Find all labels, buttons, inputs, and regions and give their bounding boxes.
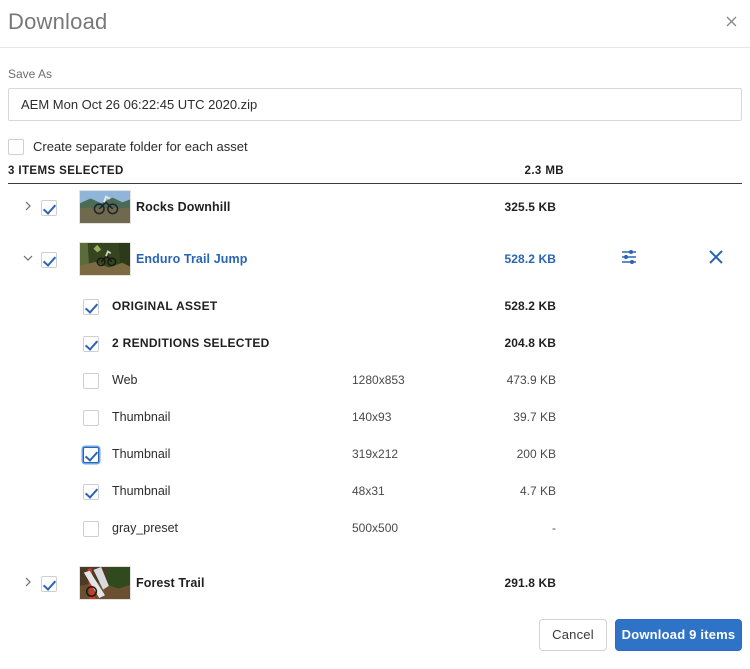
save-as-input[interactable] [8, 88, 742, 121]
rendition-checkbox[interactable] [83, 447, 99, 463]
asset-thumbnail [79, 190, 131, 224]
table-row: Enduro Trail Jump 528.2 KB [0, 238, 750, 282]
create-separate-folder-checkbox[interactable] [8, 139, 24, 155]
rendition-label: Thumbnail [112, 483, 170, 500]
asset-checkbox[interactable] [41, 252, 57, 268]
asset-size[interactable]: 528.2 KB [388, 251, 556, 267]
chevron-right-icon[interactable] [22, 576, 36, 590]
rendition-size: 4.7 KB [388, 483, 556, 500]
remove-asset-icon[interactable] [707, 248, 731, 272]
list-item: 2 RENDITIONS SELECTED 204.8 KB [0, 329, 750, 359]
close-icon[interactable] [720, 12, 742, 34]
items-selected-bar: 3 ITEMS SELECTED 2.3 MB [8, 164, 742, 184]
items-total-size: 2.3 MB [396, 164, 564, 179]
asset-size: 325.5 KB [388, 199, 556, 215]
asset-size: 291.8 KB [388, 575, 556, 591]
save-as-label: Save As [8, 66, 52, 82]
cancel-button[interactable]: Cancel [539, 619, 607, 651]
rendition-checkbox[interactable] [83, 373, 99, 389]
rendition-label: 2 RENDITIONS SELECTED [112, 335, 270, 352]
items-selected-count: 3 ITEMS SELECTED [8, 164, 124, 179]
asset-thumbnail [79, 242, 131, 276]
asset-name: Rocks Downhill [136, 199, 230, 215]
asset-checkbox[interactable] [41, 576, 57, 592]
list-item: Thumbnail 48x31 4.7 KB [0, 477, 750, 507]
rendition-checkbox[interactable] [83, 299, 99, 315]
asset-name: Forest Trail [136, 575, 205, 591]
list-item: Thumbnail 319x212 200 KB [0, 440, 750, 470]
rendition-size: 204.8 KB [388, 335, 556, 352]
dialog-header: Download [0, 0, 750, 48]
page-title: Download [8, 8, 107, 36]
rendition-dimensions: 140x93 [352, 409, 391, 426]
rendition-size: 39.7 KB [388, 409, 556, 426]
create-separate-folder-row[interactable]: Create separate folder for each asset [8, 139, 248, 155]
rendition-checkbox[interactable] [83, 521, 99, 537]
list-item: gray_preset 500x500 - [0, 514, 750, 544]
rendition-label: ORIGINAL ASSET [112, 298, 218, 315]
download-button[interactable]: Download 9 items [615, 619, 742, 651]
rendition-label: Thumbnail [112, 409, 170, 426]
sliders-icon[interactable] [620, 248, 644, 272]
list-item: Thumbnail 140x93 39.7 KB [0, 403, 750, 433]
rendition-size: 473.9 KB [388, 372, 556, 389]
rendition-label: Web [112, 372, 137, 389]
create-separate-folder-label: Create separate folder for each asset [33, 139, 248, 155]
rendition-dimensions: 48x31 [352, 483, 385, 500]
chevron-right-icon[interactable] [22, 200, 36, 214]
rendition-size: 528.2 KB [388, 298, 556, 315]
chevron-down-icon[interactable] [22, 252, 36, 266]
rendition-size: 200 KB [388, 446, 556, 463]
asset-name[interactable]: Enduro Trail Jump [136, 251, 247, 267]
rendition-checkbox[interactable] [83, 410, 99, 426]
asset-checkbox[interactable] [41, 200, 57, 216]
table-row: Forest Trail 291.8 KB [0, 562, 750, 606]
rendition-checkbox[interactable] [83, 336, 99, 352]
rendition-label: Thumbnail [112, 446, 170, 463]
asset-thumbnail [79, 566, 131, 600]
rendition-size: - [388, 520, 556, 537]
dialog-footer: Cancel Download 9 items [0, 612, 750, 669]
list-item: ORIGINAL ASSET 528.2 KB [0, 292, 750, 322]
table-row: Rocks Downhill 325.5 KB [0, 186, 750, 230]
rendition-label: gray_preset [112, 520, 178, 537]
rendition-checkbox[interactable] [83, 484, 99, 500]
list-item: Web 1280x853 473.9 KB [0, 366, 750, 396]
download-dialog: Download Save As Create separate folder … [0, 0, 750, 669]
